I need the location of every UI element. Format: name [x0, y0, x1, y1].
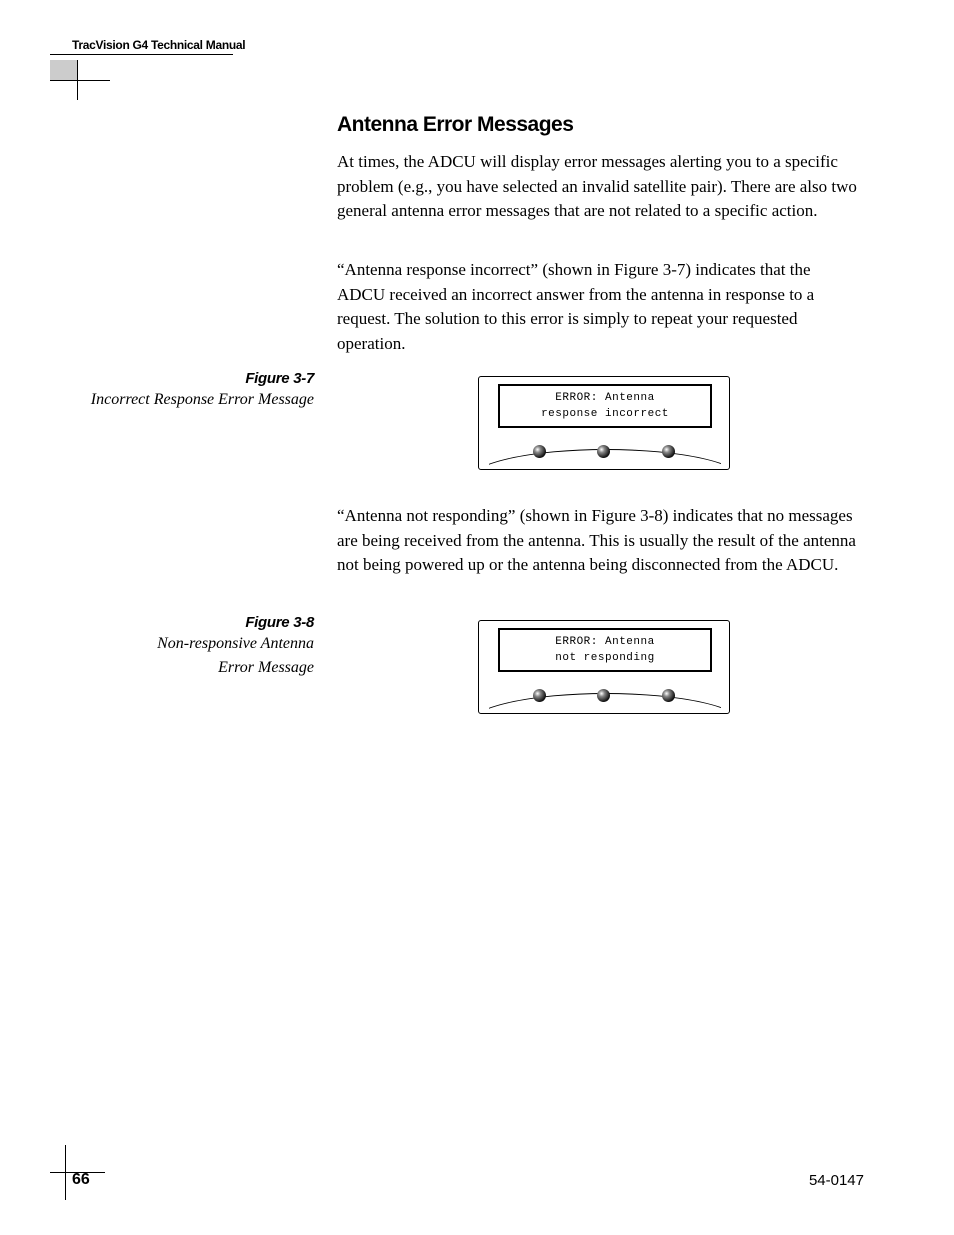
figure-3-8-caption-line2: Error Message [157, 657, 314, 679]
figure-3-8-number: Figure 3-8 [157, 614, 314, 631]
lcd-buttons [479, 689, 729, 702]
lcd-button-left [533, 445, 546, 458]
lcd-line-1: ERROR: Antenna [555, 634, 654, 651]
lcd-button-left [533, 689, 546, 702]
lcd-screen: ERROR: Antenna response incorrect [498, 384, 712, 428]
paragraph-intro: At times, the ADCU will display error me… [337, 150, 857, 224]
lcd-line-1: ERROR: Antenna [555, 390, 654, 407]
figure-3-8-caption-line1: Non-responsive Antenna [157, 633, 314, 655]
figure-3-7-number: Figure 3-7 [91, 370, 314, 387]
header-crosshair-decoration [50, 60, 105, 115]
lcd-button-right [662, 445, 675, 458]
lcd-button-center [597, 689, 610, 702]
document-number: 54-0147 [809, 1172, 864, 1189]
lcd-device-figure-3-8: ERROR: Antenna not responding [478, 620, 730, 714]
figure-3-8-label: Figure 3-8 Non-responsive Antenna Error … [157, 614, 314, 680]
lcd-line-2: response incorrect [541, 406, 669, 423]
lcd-buttons [479, 445, 729, 458]
header-title: TracVision G4 Technical Manual [72, 38, 245, 52]
lcd-line-2: not responding [555, 650, 654, 667]
paragraph-not-responding: “Antenna not responding” (shown in Figur… [337, 504, 857, 578]
figure-3-7-caption: Incorrect Response Error Message [91, 389, 314, 411]
lcd-device-figure-3-7: ERROR: Antenna response incorrect [478, 376, 730, 470]
header-underline [50, 54, 233, 55]
lcd-screen: ERROR: Antenna not responding [498, 628, 712, 672]
lcd-button-right [662, 689, 675, 702]
section-heading: Antenna Error Messages [337, 113, 573, 137]
lcd-button-center [597, 445, 610, 458]
figure-3-7-label: Figure 3-7 Incorrect Response Error Mess… [91, 370, 314, 411]
page-number: 66 [72, 1171, 90, 1189]
paragraph-incorrect-response: “Antenna response incorrect” (shown in F… [337, 258, 857, 357]
